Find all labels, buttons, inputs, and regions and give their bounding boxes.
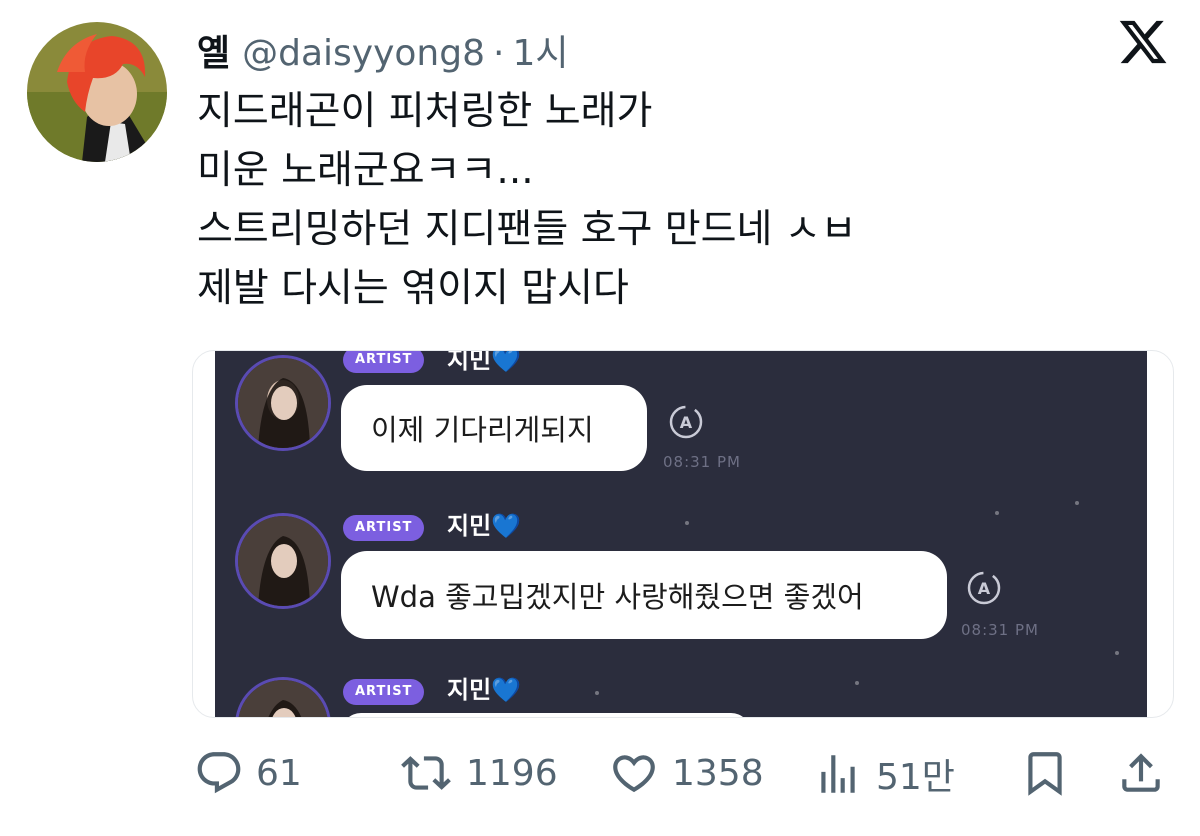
artist-badge: ARTIST [343, 679, 425, 705]
reply-count: 61 [256, 752, 302, 794]
tweet-header: 옐 @daisyyong8 · 1시 [197, 24, 569, 74]
bookmark-button[interactable] [1020, 748, 1070, 798]
share-button[interactable] [1116, 748, 1166, 798]
tweet-media[interactable]: ARTIST 지민💙 이제 기다리게되지 A 08:31 PM ARTIST 지… [192, 350, 1174, 718]
views-count: 51만 [876, 757, 955, 798]
heart-emoji: 💙 [491, 676, 522, 704]
artist-badge: ARTIST [343, 351, 425, 373]
chat-screenshot: ARTIST 지민💙 이제 기다리게되지 A 08:31 PM ARTIST 지… [215, 350, 1147, 717]
reply-icon [197, 752, 241, 794]
views-icon [821, 755, 855, 793]
chat-avatar [235, 513, 331, 609]
message-time: 08:31 PM [961, 621, 1039, 639]
artist-badge: ARTIST [343, 515, 425, 541]
reply-button[interactable]: 61 [194, 748, 302, 798]
heart-emoji: 💙 [491, 512, 522, 540]
like-button[interactable]: 1358 [608, 748, 764, 798]
user-handle[interactable]: @daisyyong8 [242, 33, 485, 74]
heart-emoji: 💙 [491, 350, 522, 374]
tweet-line: 미운 노래군요ㅋㅋ... [197, 148, 534, 193]
chat-sender: 지민💙 [447, 511, 521, 541]
views-button[interactable]: 51만 [812, 748, 955, 800]
separator-dot: · [493, 33, 505, 74]
display-name[interactable]: 옐 [197, 24, 230, 76]
tweet-line: 지드래곤이 피처링한 노래가 [197, 89, 653, 134]
auto-translate-icon: A [967, 571, 1001, 605]
heart-icon [613, 755, 655, 793]
x-logo-icon[interactable] [1117, 16, 1169, 68]
chat-sender: 지민💙 [447, 350, 522, 375]
chat-sender: 지민💙 [447, 675, 521, 705]
post-time[interactable]: 1시 [512, 24, 568, 76]
retweet-count: 1196 [466, 752, 558, 794]
chat-bubble [341, 713, 751, 717]
svg-text:A: A [978, 579, 991, 598]
svg-text:A: A [680, 413, 693, 432]
chat-avatar [235, 355, 331, 451]
sender-name: 지민 [447, 512, 492, 540]
sender-name: 지민 [447, 676, 492, 704]
like-count: 1358 [672, 752, 764, 794]
tweet-line: 스트리밍하던 지디팬들 호구 만드네 ㅅㅂ [197, 207, 857, 252]
chat-bubble: Wda 좋고밉겠지만 사랑해줬으면 좋겠어 [341, 551, 947, 639]
share-icon [1122, 753, 1160, 792]
message-time: 08:31 PM [663, 453, 741, 471]
bookmark-icon [1028, 752, 1062, 796]
retweet-button[interactable]: 1196 [398, 748, 558, 798]
avatar[interactable] [27, 22, 167, 162]
tweet-text: 지드래곤이 피처링한 노래가 미운 노래군요ㅋㅋ... 스트리밍하던 지디팬들 … [197, 82, 857, 318]
auto-translate-icon: A [669, 405, 703, 439]
chat-avatar [235, 677, 331, 717]
retweet-icon [401, 756, 451, 790]
avatar-image [27, 22, 167, 162]
tweet-line: 제발 다시는 엮이지 맙시다 [197, 266, 629, 311]
action-bar: 61 1196 1358 51만 [0, 740, 1200, 806]
chat-bubble: 이제 기다리게되지 [341, 385, 647, 471]
sender-name: 지민 [447, 350, 492, 374]
